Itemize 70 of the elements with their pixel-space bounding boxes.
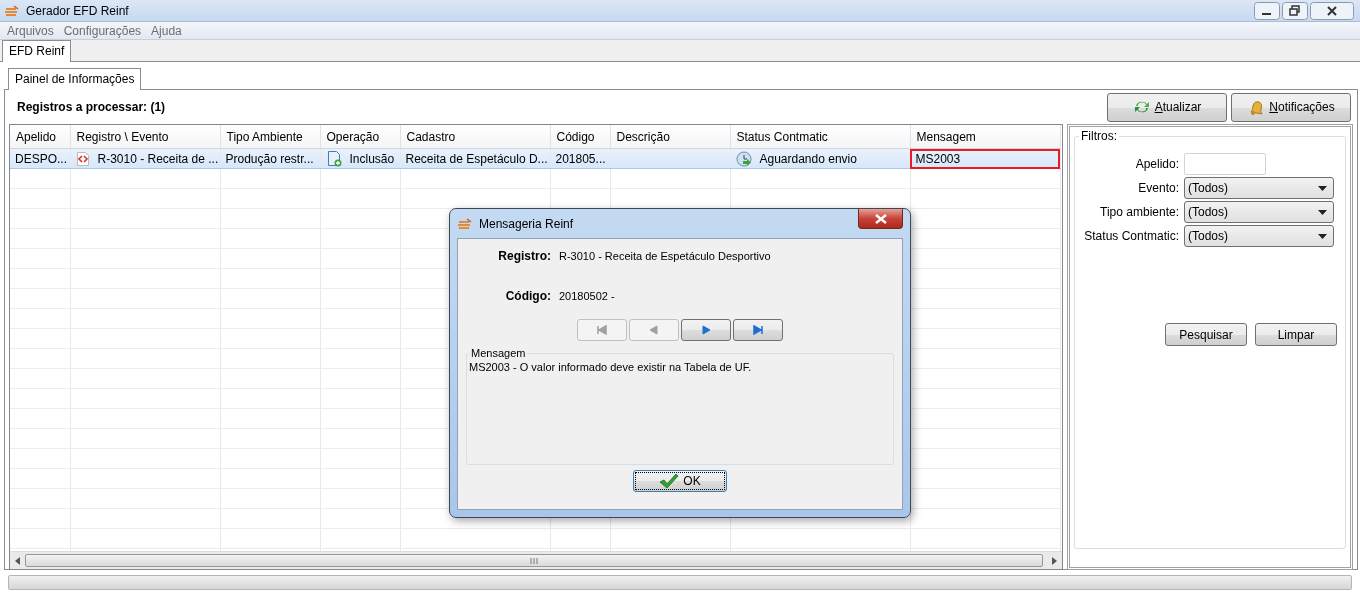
toolbar-button[interactable]: Atualizar xyxy=(1107,92,1227,122)
column-header[interactable]: Cadastro xyxy=(400,125,550,149)
field-label: Tipo ambiente: xyxy=(1099,205,1179,219)
column-header[interactable]: Código xyxy=(550,125,610,149)
table-cell: MS2003 xyxy=(915,151,961,166)
first-icon xyxy=(596,325,608,335)
table-cell: Aguardando envio xyxy=(759,151,857,166)
previous-icon xyxy=(648,325,660,335)
column-header[interactable]: Tipo Ambiente xyxy=(220,125,320,149)
field-value: R-3010 - Receita de Espetáculo Desportivo xyxy=(559,250,771,262)
field-label: Código: xyxy=(504,289,551,303)
group-title: Filtros: xyxy=(1080,129,1118,143)
refresh-icon xyxy=(1132,99,1151,115)
grip-icon xyxy=(530,557,538,564)
table-cell: DESPO... xyxy=(15,151,67,166)
tab[interactable]: Painel de Informações xyxy=(8,68,142,90)
menu-item[interactable]: Arquivos xyxy=(2,23,59,38)
horizontal-scrollbar[interactable] xyxy=(10,551,1062,569)
tab[interactable]: EFD Reinf xyxy=(2,40,72,62)
close-icon[interactable] xyxy=(1310,1,1354,20)
last-icon xyxy=(752,325,764,335)
input-field[interactable] xyxy=(1184,153,1266,175)
column-header[interactable]: Apelido xyxy=(10,125,70,149)
dialog-title: Mensageria Reinf xyxy=(479,216,574,231)
column-header[interactable]: Status Contmatic xyxy=(730,125,910,149)
filter-button[interactable]: Limpar xyxy=(1255,323,1337,346)
bell-icon xyxy=(1247,99,1266,115)
field-value: 20180502 - xyxy=(559,290,615,302)
close-button[interactable] xyxy=(858,209,903,229)
toolbar-button[interactable]: Notificações xyxy=(1231,92,1351,122)
table-cell: Receita de Espetáculo D... xyxy=(405,151,548,166)
code-file-icon xyxy=(75,151,90,166)
field-label: Apelido: xyxy=(1134,157,1179,171)
dropdown[interactable]: (Todos) xyxy=(1184,201,1334,223)
field-label: Registro: xyxy=(497,249,551,263)
group-title: Mensagem xyxy=(470,347,527,359)
table-cell: Inclusão xyxy=(349,151,395,166)
nav-button[interactable] xyxy=(681,319,731,341)
column-header[interactable]: Mensagem xyxy=(910,125,1060,149)
table-cell: Produção restr... xyxy=(225,151,314,166)
dropdown[interactable]: (Todos) xyxy=(1184,225,1334,247)
minimize-icon[interactable] xyxy=(1254,1,1280,20)
dropdown-arrow-icon xyxy=(1318,209,1327,215)
window-title: Gerador EFD Reinf xyxy=(26,3,129,18)
nav-button[interactable] xyxy=(733,319,783,341)
field-label: Evento: xyxy=(1137,181,1179,195)
close-icon xyxy=(874,213,887,224)
column-header[interactable]: Registro \ Evento xyxy=(70,125,220,149)
app-icon xyxy=(457,216,473,231)
table-cell: 201805... xyxy=(555,151,606,166)
check-icon xyxy=(659,473,680,489)
filter-button[interactable]: Pesquisar xyxy=(1165,323,1247,346)
next-icon xyxy=(700,325,712,335)
dropdown-arrow-icon xyxy=(1318,233,1327,239)
table-row[interactable]: DESPO... R-3010 - Receita de ... Produção restr... Inclusão Receita de Espetáculo D... 201805... Aguardando envio MS2003 xyxy=(10,148,1060,169)
field-label: Status Contmatic: xyxy=(1083,229,1179,243)
menu-item[interactable]: Configurações xyxy=(58,23,147,38)
scrollbar-thumb[interactable] xyxy=(25,554,1043,567)
menu-item[interactable]: Ajuda xyxy=(146,23,187,38)
column-header[interactable]: Descrição xyxy=(610,125,730,149)
dropdown-arrow-icon xyxy=(1318,185,1327,191)
heading: Registros a processar: (1) xyxy=(16,100,166,114)
restore-icon[interactable] xyxy=(1282,1,1308,20)
message-text: MS2003 - O valor informado deve existir na Tabela de UF. xyxy=(469,361,753,373)
app-icon xyxy=(4,3,20,18)
dropdown[interactable]: (Todos) xyxy=(1184,177,1334,199)
table-cell: R-3010 - Receita de ... xyxy=(97,151,219,166)
ok-button[interactable]: OK xyxy=(633,470,727,492)
column-header[interactable]: Operação xyxy=(320,125,400,149)
document-add-icon xyxy=(325,150,342,167)
